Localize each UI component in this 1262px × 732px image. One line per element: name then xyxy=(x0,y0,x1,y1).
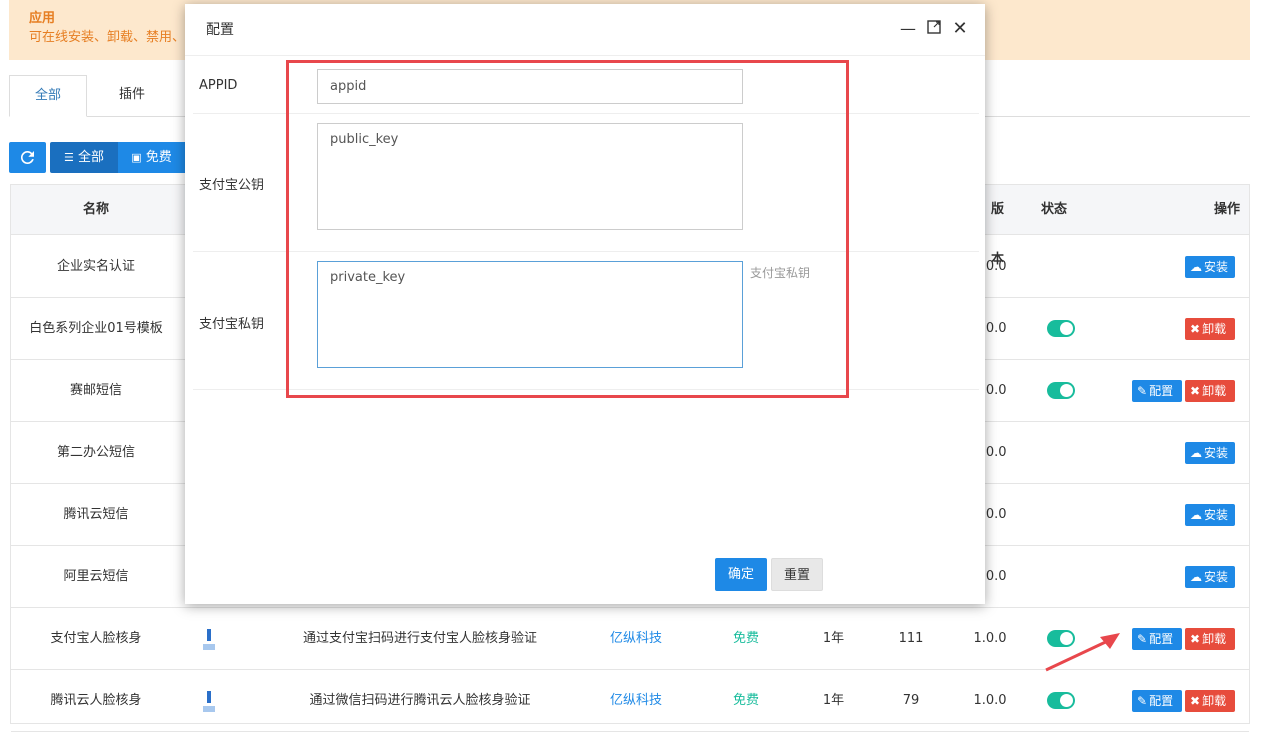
plugin-name: 支付宝人脸核身 xyxy=(50,631,142,646)
public-key-label: 支付宝公钥 xyxy=(199,178,265,193)
plugin-description: 通过支付宝扫码进行支付宝人脸核身验证 xyxy=(302,631,537,646)
uninstall-button[interactable]: ✖ 卸载 xyxy=(1185,318,1235,340)
uninstall-label: 卸载 xyxy=(1202,384,1227,398)
cloud-download-icon: ☁ xyxy=(1190,508,1202,522)
uninstall-label: 卸载 xyxy=(1202,632,1227,646)
pencil-icon: ✎ xyxy=(1137,384,1148,398)
plugin-author: 亿纵科技 xyxy=(609,693,662,708)
plugin-author: 亿纵科技 xyxy=(609,631,662,646)
private-key-label: 支付宝私钥 xyxy=(199,317,265,332)
install-label: 安装 xyxy=(1204,446,1229,460)
install-label: 安装 xyxy=(1204,508,1229,522)
plugin-name: 腾讯云人脸核身 xyxy=(50,693,142,708)
plugin-period: 1年 xyxy=(822,693,845,708)
pencil-icon: ✎ xyxy=(1137,632,1148,646)
gift-icon: ▣ xyxy=(131,151,142,164)
table-row: 腾讯云人脸核身 通过微信扫码进行腾讯云人脸核身验证 亿纵科技 免费 1年 79 1.0.0 ✖… xyxy=(11,670,1249,732)
plugin-name: 白色系列企业01号模板 xyxy=(29,321,163,336)
plugin-name: 第二办公短信 xyxy=(56,445,135,460)
config-button[interactable]: ✎ 配置 xyxy=(1132,628,1182,650)
refresh-icon xyxy=(20,150,34,164)
plugin-description: 通过微信扫码进行腾讯云人脸核身验证 xyxy=(309,693,531,708)
highlight-box xyxy=(286,60,849,398)
tab-plugins[interactable]: 插件 xyxy=(93,75,171,117)
cloud-download-icon: ☁ xyxy=(1190,260,1202,274)
install-label: 安装 xyxy=(1204,260,1229,274)
modal-title: 配置 xyxy=(206,22,234,38)
refresh-button[interactable] xyxy=(9,142,46,173)
uninstall-button[interactable]: ✖ 卸载 xyxy=(1185,380,1235,402)
plugin-name: 赛邮短信 xyxy=(69,383,122,398)
install-button[interactable]: ☁ 安装 xyxy=(1185,504,1235,526)
plugin-price: 免费 xyxy=(732,631,759,646)
col-ops: 操作 xyxy=(1214,202,1241,217)
install-label: 安装 xyxy=(1204,570,1229,584)
uninstall-label: 卸载 xyxy=(1202,322,1227,336)
plugin-name: 腾讯云短信 xyxy=(63,507,129,522)
uninstall-button[interactable]: ✖ 卸载 xyxy=(1185,628,1235,650)
close-icon: ✖ xyxy=(1190,322,1201,336)
plugin-version: 1.0.0 xyxy=(973,693,1007,708)
tab-all[interactable]: 全部 xyxy=(9,75,87,117)
close-icon: ✖ xyxy=(1190,632,1201,646)
close-icon: ✖ xyxy=(1190,384,1201,398)
list-icon: ☰ xyxy=(63,151,74,164)
minimize-icon[interactable]: — xyxy=(899,20,917,38)
config-button[interactable]: ✎ 配置 xyxy=(1132,690,1182,712)
col-status: 状态 xyxy=(1041,202,1068,217)
appid-label: APPID xyxy=(199,78,238,93)
config-button[interactable]: ✎ 配置 xyxy=(1132,380,1182,402)
confirm-button[interactable]: 确定 xyxy=(715,558,767,591)
install-button[interactable]: ☁ 安装 xyxy=(1185,256,1235,278)
plugin-period: 1年 xyxy=(822,631,845,646)
col-name: 名称 xyxy=(83,202,110,217)
filter-free-button[interactable]: ▣ 免费 xyxy=(118,142,185,173)
close-icon: ✖ xyxy=(1190,694,1201,708)
plugin-name: 阿里云短信 xyxy=(63,569,129,584)
close-icon[interactable]: ✕ xyxy=(951,20,969,38)
status-toggle[interactable] xyxy=(1047,382,1075,399)
modal-header: 配置 — ✕ xyxy=(185,4,985,56)
uninstall-button[interactable]: ✖ 卸载 xyxy=(1185,690,1235,712)
install-button[interactable]: ☁ 安装 xyxy=(1185,442,1235,464)
status-toggle[interactable] xyxy=(1047,692,1075,709)
filter-free-label: 免费 xyxy=(145,150,172,165)
plugin-version: 1.0.0 xyxy=(973,631,1007,646)
uninstall-label: 卸载 xyxy=(1202,694,1227,708)
cloud-download-icon: ☁ xyxy=(1190,570,1202,584)
config-label: 配置 xyxy=(1149,384,1174,398)
plugin-name: 企业实名认证 xyxy=(56,259,135,274)
pencil-icon: ✎ xyxy=(1137,694,1148,708)
filter-all-button[interactable]: ☰ 全部 xyxy=(50,142,118,173)
arrow-annotation-icon xyxy=(1045,633,1120,672)
plugin-price: 免费 xyxy=(732,693,759,708)
reset-button[interactable]: 重置 xyxy=(771,558,823,591)
install-button[interactable]: ☁ 安装 xyxy=(1185,566,1235,588)
plugin-thumbnail xyxy=(201,626,217,652)
config-label: 配置 xyxy=(1149,632,1174,646)
maximize-icon[interactable] xyxy=(925,20,943,38)
cloud-download-icon: ☁ xyxy=(1190,446,1202,460)
config-label: 配置 xyxy=(1149,694,1174,708)
status-toggle[interactable] xyxy=(1047,320,1075,337)
filter-all-label: 全部 xyxy=(78,150,105,165)
plugin-downloads: 79 xyxy=(902,693,920,708)
plugin-downloads: 111 xyxy=(898,631,924,646)
plugin-thumbnail xyxy=(201,688,217,714)
